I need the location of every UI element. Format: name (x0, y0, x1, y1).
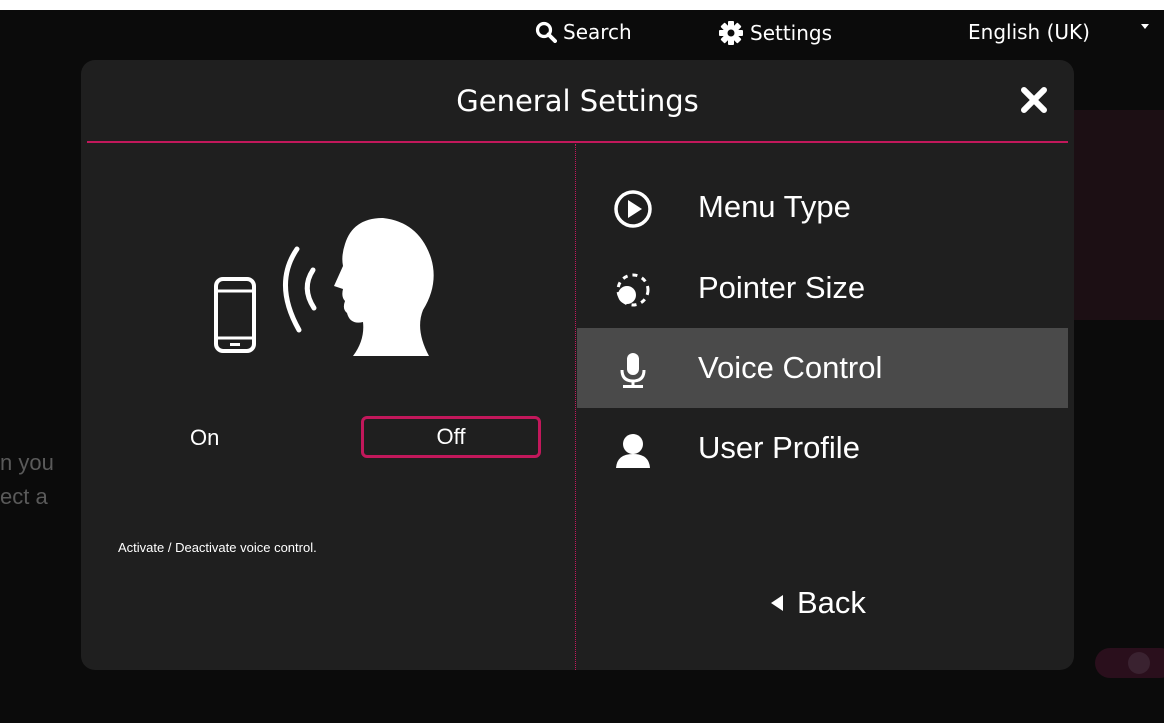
top-navigation: Search Settings English (UK) (0, 10, 1164, 60)
voice-off-option[interactable]: Off (361, 416, 541, 458)
settings-link[interactable]: Settings (718, 20, 832, 46)
panel-divider (575, 144, 576, 670)
language-selector[interactable]: English (UK) (968, 20, 1090, 44)
background-panel (1072, 110, 1164, 320)
background-text-line: ect a (0, 484, 48, 509)
language-dropdown-caret[interactable] (1141, 24, 1149, 30)
dialog-title: General Settings (456, 84, 699, 118)
general-settings-dialog: General Settings On Off Activate / Deact… (81, 60, 1074, 670)
smartphone-icon (214, 277, 256, 353)
play-circle-icon (614, 190, 652, 228)
menu-item-user-profile[interactable]: User Profile (577, 408, 1068, 488)
top-white-strip (0, 0, 1164, 10)
back-button[interactable]: Back (771, 585, 866, 621)
menu-item-menu-type[interactable]: Menu Type (577, 167, 1068, 247)
user-icon (616, 434, 650, 468)
menu-item-pointer-size[interactable]: Pointer Size (577, 248, 1068, 328)
setting-description: Activate / Deactivate voice control. (118, 540, 317, 555)
back-label: Back (797, 585, 866, 620)
voice-on-option[interactable]: On (190, 425, 219, 451)
background-text-line: n you (0, 450, 54, 475)
language-label: English (UK) (968, 20, 1090, 44)
sound-waves-icon (283, 246, 317, 333)
title-divider (87, 141, 1068, 143)
back-arrow-icon (771, 595, 783, 611)
search-link[interactable]: Search (535, 20, 632, 44)
microphone-icon (620, 353, 646, 388)
gear-icon (719, 21, 743, 45)
menu-item-label: Pointer Size (698, 270, 866, 305)
caret-down-icon (1141, 24, 1149, 29)
pointer-size-icon (616, 273, 650, 307)
settings-label: Settings (750, 21, 833, 45)
search-icon (535, 21, 557, 43)
close-button[interactable] (1016, 82, 1052, 118)
menu-item-voice-control[interactable]: Voice Control (577, 328, 1068, 408)
voice-control-illustration (214, 218, 434, 356)
head-silhouette-icon (334, 218, 434, 356)
menu-item-label: Menu Type (698, 189, 851, 224)
search-label: Search (563, 20, 632, 44)
menu-item-label: Voice Control (698, 350, 883, 385)
menu-item-label: User Profile (698, 430, 860, 465)
background-toggle-knob (1128, 652, 1150, 674)
close-icon (1021, 87, 1047, 113)
